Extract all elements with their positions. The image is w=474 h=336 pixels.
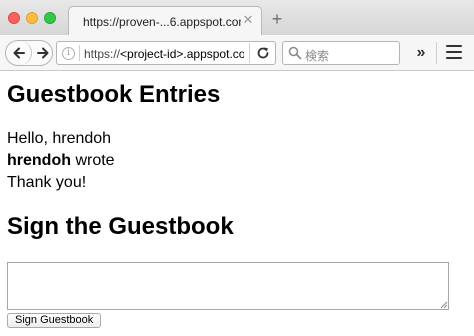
guestbook-entry-textarea[interactable] <box>7 262 449 310</box>
address-bar[interactable]: i https://<project-id>.appspot.com <box>56 41 276 65</box>
sign-heading: Sign the Guestbook <box>7 213 234 240</box>
search-bar[interactable]: 検索 <box>282 41 400 65</box>
entries-heading: Guestbook Entries <box>7 81 221 108</box>
url-prefix: https:// <box>84 47 121 61</box>
title-bar: https://proven-...6.appspot.com/ ✕ + <box>0 0 474 36</box>
entry-verb: wrote <box>71 152 115 169</box>
search-icon <box>288 46 302 60</box>
entry-author: hrendoh <box>7 152 71 169</box>
url-text[interactable]: https://<project-id>.appspot.com <box>84 47 244 61</box>
reload-button[interactable] <box>249 43 275 63</box>
toolbar-divider <box>436 42 437 64</box>
sign-guestbook-button[interactable]: Sign Guestbook <box>7 313 102 328</box>
tab-close-icon[interactable]: ✕ <box>241 13 255 27</box>
url-divider <box>79 45 80 61</box>
resize-grip-icon[interactable] <box>439 300 448 309</box>
entry-byline: hrendoh wrote <box>7 151 115 171</box>
nav-button-group <box>5 40 53 66</box>
tab-title: https://proven-...6.appspot.com/ <box>83 15 241 29</box>
toolbar-overflow-button[interactable]: » <box>410 44 430 62</box>
minimize-window-button[interactable] <box>26 12 38 24</box>
info-icon[interactable]: i <box>62 47 75 60</box>
forward-button[interactable] <box>33 41 53 65</box>
tab-active[interactable]: https://proven-...6.appspot.com/ ✕ <box>68 6 262 36</box>
new-tab-button[interactable]: + <box>268 10 286 28</box>
search-placeholder: 検索 <box>305 49 330 63</box>
entry-content: Thank you! <box>7 174 87 191</box>
greeting-text: Hello, hrendoh <box>7 130 112 147</box>
arrow-right-icon <box>37 47 49 59</box>
reload-icon <box>257 47 269 59</box>
close-window-button[interactable] <box>8 12 20 24</box>
zoom-window-button[interactable] <box>44 12 56 24</box>
hamburger-menu-icon[interactable] <box>446 45 462 59</box>
url-host: <project-id>.appspot.com <box>120 47 244 61</box>
arrow-left-icon <box>13 47 25 59</box>
back-button[interactable] <box>6 41 32 65</box>
navigation-toolbar: i https://<project-id>.appspot.com 検索 » <box>0 35 474 71</box>
